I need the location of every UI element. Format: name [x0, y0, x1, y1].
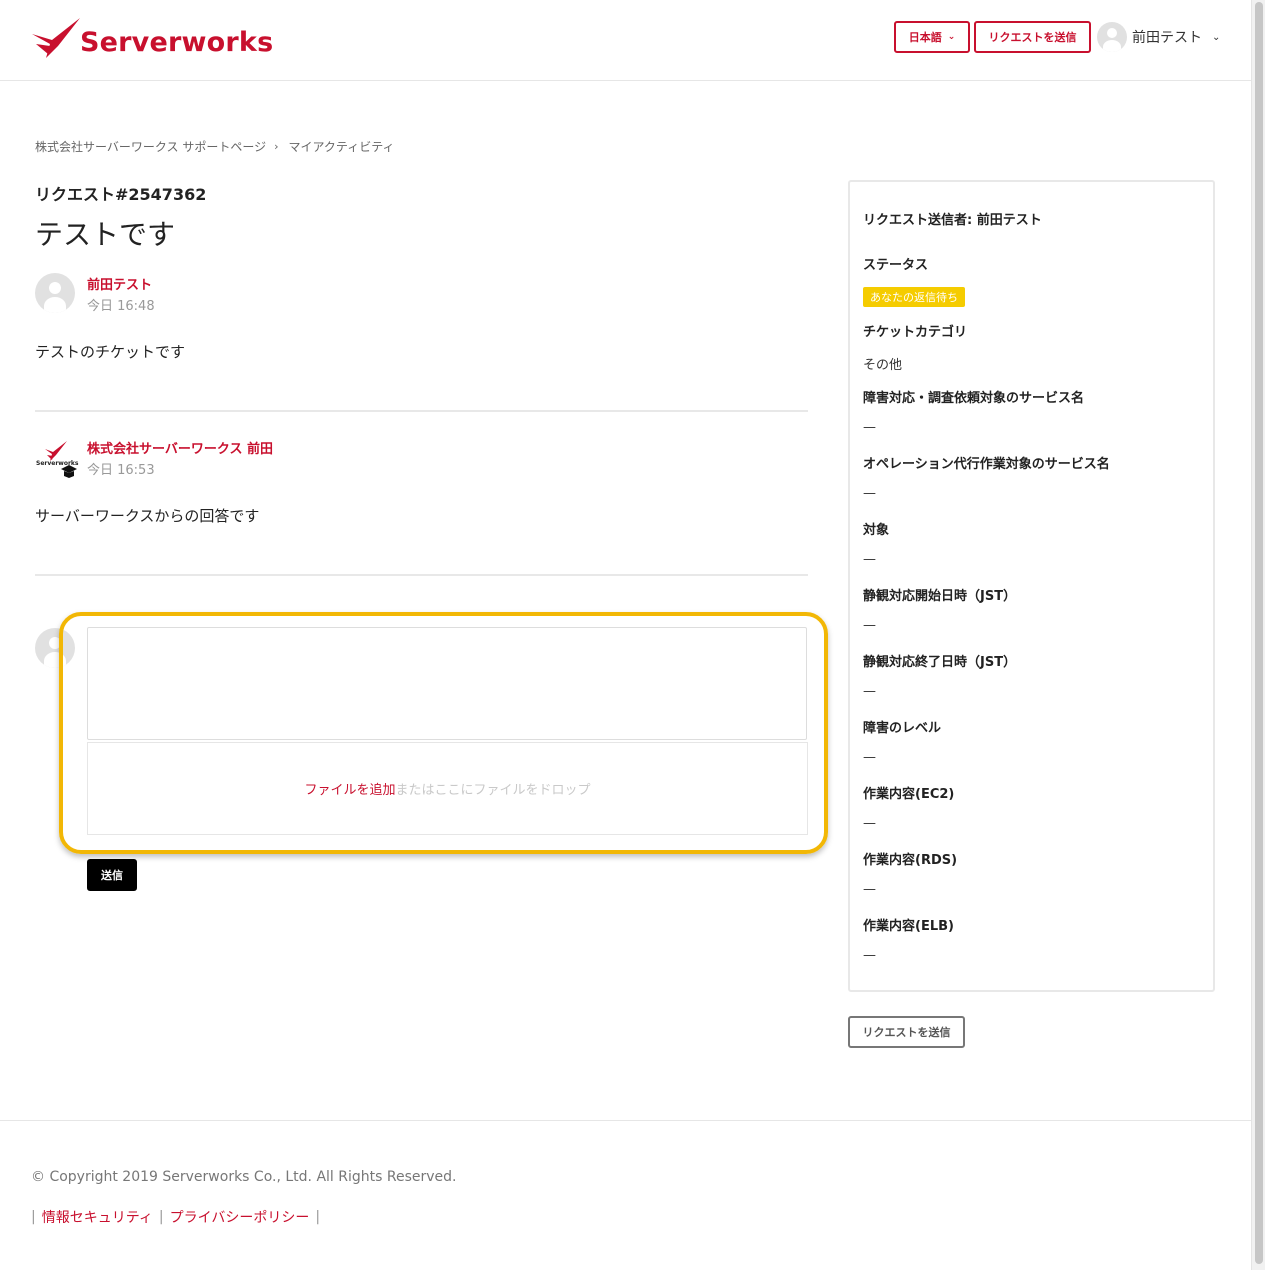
field-value: —	[863, 948, 876, 963]
comment: Serverworks 株式会社サーバーワークス 前田 今日 16:53 サーバ…	[35, 437, 808, 527]
comment-time: 今日 16:48	[87, 299, 155, 314]
scrollbar-thumb[interactable]	[1255, 2, 1263, 1264]
field-value: —	[863, 486, 876, 501]
field-label: 静観対応終了日時（JST）	[863, 655, 1017, 670]
field-label: 静観対応開始日時（JST）	[863, 589, 1017, 604]
submit-request-label: リクエストを送信	[988, 31, 1077, 44]
page-title: テストです	[35, 218, 176, 251]
separator: |	[31, 1209, 36, 1225]
user-avatar	[1097, 22, 1127, 52]
request-details-sidebar: リクエスト送信者: 前田テスト ステータス あなたの返信待ち チケットカテゴリ …	[848, 180, 1215, 992]
serverworks-logo-icon	[45, 441, 77, 478]
breadcrumb-item-support-page[interactable]: 株式会社サーバーワークス サポートページ	[35, 138, 266, 155]
field-value: —	[863, 552, 876, 567]
breadcrumb-separator-icon: ›	[274, 140, 279, 153]
chevron-down-icon: ⌄	[947, 32, 956, 42]
comment-author[interactable]: 前田テスト	[87, 274, 152, 293]
site-header: Serverworks 日本語 ⌄ リクエストを送信 前田テスト ⌄	[0, 0, 1251, 81]
field-value: —	[863, 882, 876, 897]
field-label: 障害のレベル	[863, 721, 942, 736]
request-sender: リクエスト送信者: 前田テスト	[863, 213, 1042, 228]
divider	[35, 410, 808, 412]
field-value: —	[863, 750, 876, 765]
reply-textarea[interactable]	[87, 627, 807, 740]
sidebar-submit-request-button[interactable]: リクエストを送信	[848, 1016, 965, 1048]
person-icon	[1107, 28, 1117, 38]
site-footer: © Copyright 2019 Serverworks Co., Ltd. A…	[0, 1120, 1251, 1270]
add-file-link[interactable]: ファイルを追加	[304, 779, 395, 798]
brand-name: Serverworks	[80, 27, 274, 58]
file-dropzone[interactable]: ファイルを追加 またはここにファイルをドロップ	[87, 742, 808, 835]
field-label: 作業内容(RDS)	[863, 853, 958, 868]
status-label: ステータス	[863, 258, 929, 273]
field-value: —	[863, 618, 876, 633]
comment: 前田テスト 今日 16:48 テストのチケットです	[35, 273, 808, 363]
serverworks-logo-mark-icon	[32, 18, 80, 58]
request-id: リクエスト#2547362	[35, 185, 207, 204]
user-menu[interactable]: 前田テスト ⌄	[1097, 22, 1220, 52]
submit-request-button[interactable]: リクエストを送信	[974, 21, 1091, 53]
agent-avatar: Serverworks	[35, 437, 79, 478]
drop-hint: またはここにファイルをドロップ	[395, 783, 591, 798]
footer-links: | 情報セキュリティ | プライバシーポリシー |	[31, 1207, 326, 1227]
separator: |	[158, 1209, 164, 1225]
divider	[35, 574, 808, 576]
copyright: © Copyright 2019 Serverworks Co., Ltd. A…	[31, 1169, 457, 1185]
avatar	[35, 273, 75, 313]
serverworks-logo[interactable]: Serverworks	[30, 16, 273, 60]
sidebar-submit-request-label: リクエストを送信	[862, 1026, 951, 1039]
language-label: 日本語	[908, 31, 942, 44]
field-label: 障害対応・調査依頼対象のサービス名	[863, 391, 1085, 406]
person-icon	[49, 282, 61, 294]
comment-body: サーバーワークスからの回答です	[35, 507, 260, 525]
field-label: 作業内容(ELB)	[863, 919, 954, 934]
separator: |	[315, 1209, 321, 1225]
breadcrumb-item-my-activity[interactable]: マイアクティビティ	[289, 138, 395, 155]
breadcrumb: 株式会社サーバーワークス サポートページ › マイアクティビティ	[35, 138, 394, 155]
field-value: —	[863, 420, 876, 435]
agent-logo-text: Serverworks	[36, 460, 79, 467]
reply-submit-label: 送信	[101, 869, 123, 882]
comment-body: テストのチケットです	[35, 343, 186, 361]
footer-link-info-security[interactable]: 情報セキュリティ	[42, 1207, 153, 1227]
status-badge: あなたの返信待ち	[863, 287, 965, 307]
field-value: —	[863, 816, 876, 831]
footer-link-privacy-policy[interactable]: プライバシーポリシー	[170, 1207, 310, 1227]
field-value: —	[863, 684, 876, 699]
user-name: 前田テスト	[1132, 30, 1202, 46]
field-label: 対象	[863, 523, 890, 538]
field-value: その他	[863, 358, 903, 373]
page-scrollbar[interactable]	[1251, 0, 1265, 1270]
reply-submit-button[interactable]: 送信	[87, 859, 137, 891]
field-label: オペレーション代行作業対象のサービス名	[863, 457, 1110, 472]
field-label: 作業内容(EC2)	[863, 787, 955, 802]
comment-author[interactable]: 株式会社サーバーワークス 前田	[87, 438, 273, 457]
comment-time: 今日 16:53	[87, 463, 155, 478]
chevron-down-icon: ⌄	[1212, 31, 1221, 43]
language-select-button[interactable]: 日本語 ⌄	[894, 21, 970, 53]
field-label: チケットカテゴリ	[863, 325, 968, 340]
